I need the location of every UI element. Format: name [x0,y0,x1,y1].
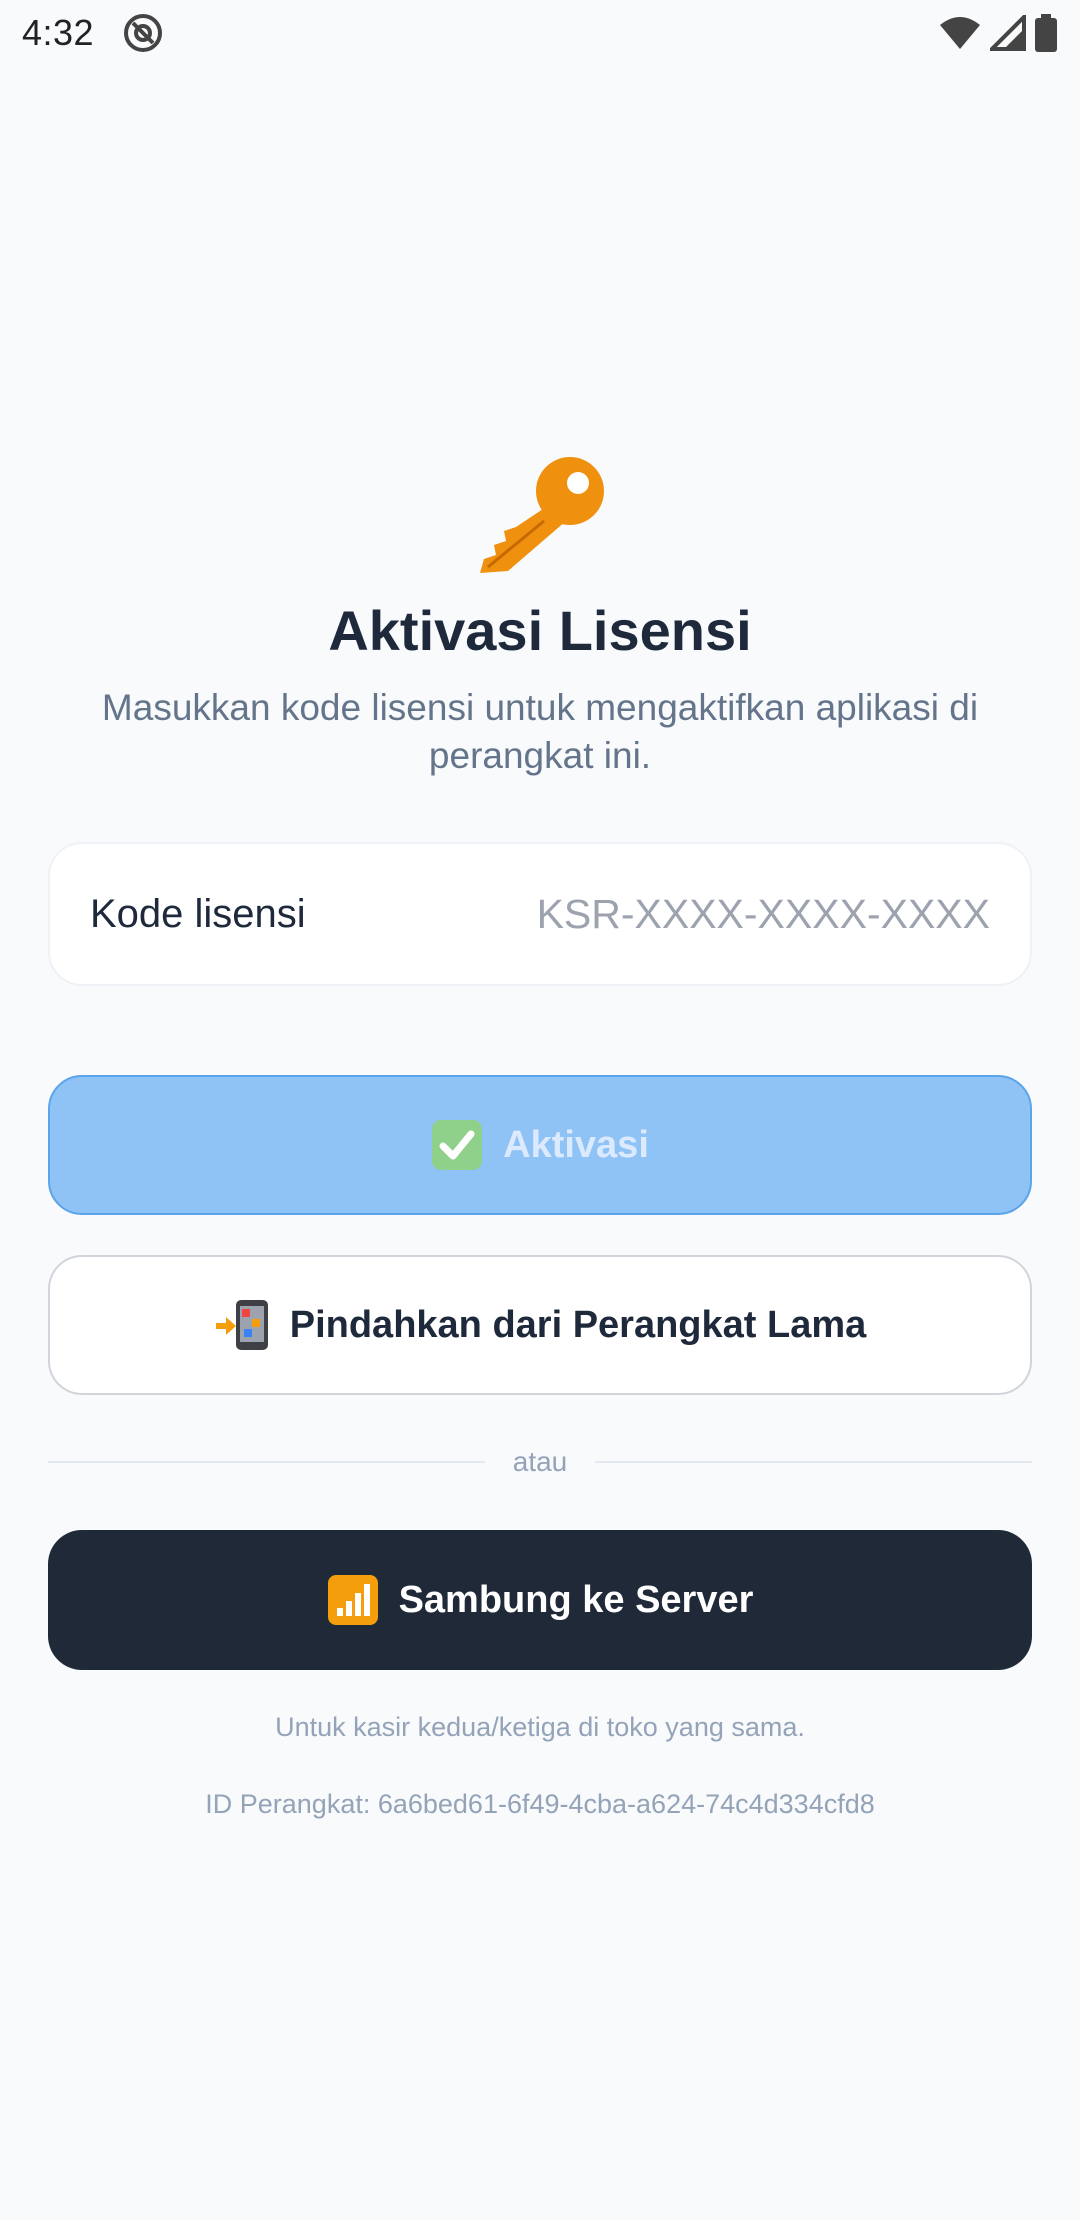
page-subtitle: Masukkan kode lisensi untuk mengaktifkan… [101,687,979,776]
divider-text: atau [512,1446,568,1477]
divider-line-right [595,1461,1032,1463]
status-time: 4:32 [22,12,95,53]
connect-server-label: Sambung ke Server [398,1578,754,1621]
at-sign-icon [124,14,163,52]
status-icons [938,14,1058,52]
transfer-button-label: Pindahkan dari Perangkat Lama [289,1303,867,1346]
license-code-input[interactable] [470,890,990,938]
or-divider: atau [48,1442,1032,1482]
wifi-icon [940,17,980,49]
server-note: Untuk kasir kedua/ketiga di toko yang sa… [275,1712,805,1742]
connect-server-button[interactable]: Sambung ke Server [48,1530,1032,1670]
activate-button[interactable]: Aktivasi [48,1075,1032,1215]
divider-line-left [48,1461,485,1463]
signal-icon [990,15,1026,51]
license-activation-screen: 4:32 Aktivasi Lisensi Masukkan kode lise… [0,0,1080,2220]
license-field-label: Kode lisensi [90,891,306,936]
activate-button-label: Aktivasi [503,1123,649,1166]
check-mark-button-icon [431,1119,483,1171]
mobile-arrow-icon [214,1299,270,1351]
license-field-card[interactable]: Kode lisensi [48,842,1032,986]
status-bar: 4:32 [0,0,1080,66]
key-icon [480,457,604,573]
signal-bars-icon [327,1574,379,1626]
battery-icon [1035,14,1057,52]
device-id: ID Perangkat: 6a6bed61-6f49-4cba-a624-74… [205,1789,875,1819]
transfer-device-button[interactable]: Pindahkan dari Perangkat Lama [48,1255,1032,1395]
page-title: Aktivasi Lisensi [328,599,752,662]
